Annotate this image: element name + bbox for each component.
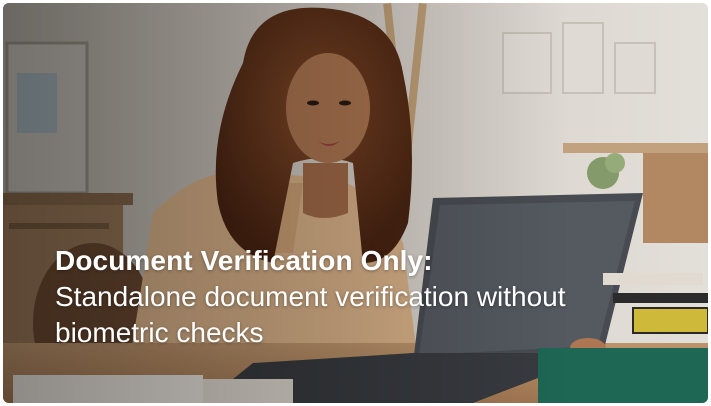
card-title: Document Verification Only: [55,245,433,276]
card-caption: Document Verification Only: Standalone d… [55,243,655,351]
feature-card: Document Verification Only: Standalone d… [3,3,708,403]
card-description: Standalone document verification without… [55,281,566,348]
